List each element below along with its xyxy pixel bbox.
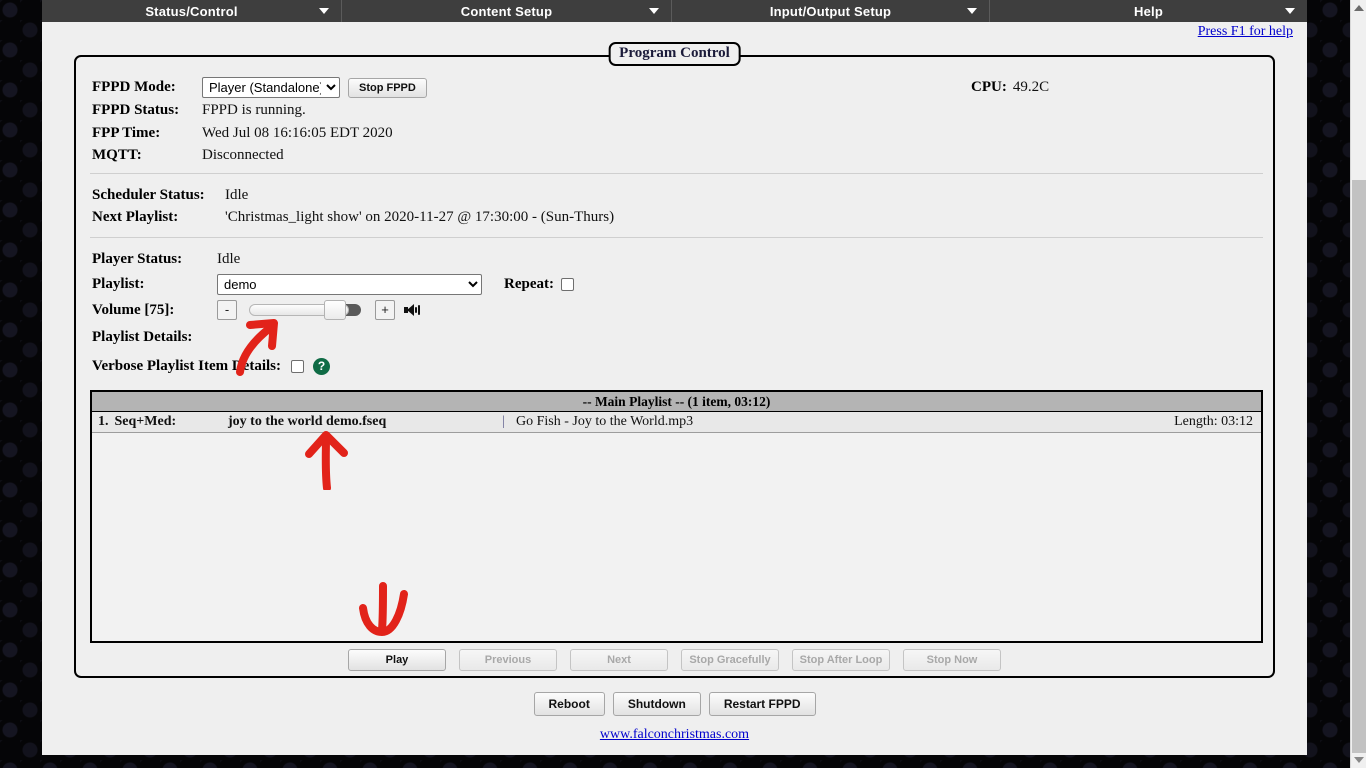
scheduler-status-value: Idle [225,187,249,203]
cpu-temp-row: CPU: 49.2C [971,79,1049,96]
mqtt-label: MQTT: [92,147,142,163]
menu-io-setup-label: Input/Output Setup [769,3,892,19]
next-playlist-row: Next Playlist: 'Christmas_light show' on… [92,209,614,226]
next-playlist-value: 'Christmas_light show' on 2020-11-27 @ 1… [225,209,615,225]
falconchristmas-link-label: www.falconchristmas.com [599,727,750,742]
browser-page: Status/Control Content Setup Input/Outpu… [0,0,1366,768]
scrollbar-thumb[interactable] [1352,180,1366,753]
mqtt-row: MQTT: Disconnected [92,147,284,164]
falconchristmas-link[interactable]: www.falconchristmas.com [42,727,1307,743]
chevron-down-icon [967,8,977,14]
mqtt-value: Disconnected [202,147,284,163]
playlist-item-sequence: joy to the world demo.fseq [228,414,387,429]
stop-after-loop-button[interactable]: Stop After Loop [792,649,890,671]
player-status-value: Idle [217,251,241,267]
content-sheet: Status/Control Content Setup Input/Outpu… [42,0,1307,755]
table-row[interactable]: 1. Seq+Med: joy to the world demo.fseq |… [92,412,1261,433]
volume-up-button[interactable]: + [375,300,395,320]
chevron-down-icon [319,8,329,14]
volume-down-button[interactable]: - [217,300,237,320]
shutdown-button[interactable]: Shutdown [612,692,701,716]
playlist-item-separator: | [502,414,505,429]
scheduler-status-row: Scheduler Status: Idle [92,187,248,204]
play-button[interactable]: Play [348,649,446,671]
stop-fppd-button[interactable]: Stop FPPD [348,77,427,98]
menu-io-setup[interactable]: Input/Output Setup [672,0,990,22]
fpp-time-value: Wed Jul 08 16:16:05 EDT 2020 [202,125,393,141]
restart-fppd-button[interactable]: Restart FPPD [708,692,816,716]
volume-row: Volume [75]: - + [92,300,420,320]
stop-gracefully-button[interactable]: Stop Gracefully [681,649,779,671]
chevron-down-icon [649,8,659,14]
help-icon[interactable]: ? [313,358,330,375]
page-title: Program Control [608,42,741,66]
system-buttons: Reboot Shutdown Restart FPPD [42,692,1307,716]
player-status-row: Player Status: Idle [92,251,240,268]
cpu-label: CPU: [971,79,1007,95]
previous-button[interactable]: Previous [459,649,557,671]
stop-now-button[interactable]: Stop Now [903,649,1001,671]
fppd-mode-label: FPPD Mode: [92,79,176,95]
volume-label: Volume [75]: [92,301,175,318]
volume-slider-thumb[interactable] [324,300,346,320]
divider-1 [90,173,1263,174]
fppd-mode-select[interactable]: Player (Standalone) [202,77,340,98]
playlist-item-index: 1. [98,414,109,429]
transport-controls: Play Previous Next Stop Gracefully Stop … [76,649,1273,671]
menu-content-setup-label: Content Setup [460,3,553,19]
verbose-details-label: Verbose Playlist Item Details: [92,358,281,374]
menu-status-control[interactable]: Status/Control [42,0,342,22]
repeat-checkbox[interactable] [560,278,574,291]
playlist-item-length: Length: 03:12 [1174,414,1253,429]
main-playlist-header: -- Main Playlist -- (1 item, 03:12) [92,392,1261,412]
scheduler-status-label: Scheduler Status: [92,187,205,203]
next-button[interactable]: Next [570,649,668,671]
vertical-scrollbar[interactable] [1350,0,1366,768]
reboot-button[interactable]: Reboot [533,692,605,716]
fppd-status-label: FPPD Status: [92,102,180,118]
menu-help-label: Help [1134,3,1163,19]
chevron-down-icon [1285,8,1295,14]
playlist-select[interactable]: demo [217,274,482,295]
playlist-select-row: Playlist: demo Repeat: [92,274,574,295]
volume-slider[interactable] [249,300,365,320]
menu-help[interactable]: Help [990,0,1307,22]
speaker-icon [404,303,420,317]
fppd-status-value: FPPD is running. [202,102,306,118]
verbose-details-row: Verbose Playlist Item Details: ? [92,358,330,375]
playlist-details-row: Playlist Details: [92,329,192,346]
playlist-label: Playlist: [92,276,145,292]
divider-2 [90,237,1263,238]
repeat-label: Repeat: [504,276,554,292]
next-playlist-label: Next Playlist: [92,209,179,225]
main-playlist-box: -- Main Playlist -- (1 item, 03:12) 1. S… [90,390,1263,643]
scroll-up-arrow-icon[interactable] [1354,5,1364,11]
press-f1-help-link[interactable]: Press F1 for help [1198,24,1293,40]
fppd-status-row: FPPD Status: FPPD is running. [92,102,306,119]
fppd-mode-row: FPPD Mode: Player (Standalone) Stop FPPD [92,77,427,98]
program-control-panel: Program Control FPPD Mode: Player (Stand… [74,42,1275,678]
scroll-down-arrow-icon[interactable] [1354,757,1364,763]
main-menu-bar: Status/Control Content Setup Input/Outpu… [42,0,1307,22]
menu-status-control-label: Status/Control [145,3,238,19]
cpu-value: 49.2C [1012,79,1050,95]
playlist-details-label: Playlist Details: [92,329,193,345]
fpp-time-label: FPP Time: [92,125,161,141]
fpp-time-row: FPP Time: Wed Jul 08 16:16:05 EDT 2020 [92,125,393,142]
player-status-label: Player Status: [92,251,183,267]
menu-content-setup[interactable]: Content Setup [342,0,672,22]
verbose-details-checkbox[interactable] [291,360,304,373]
playlist-item-type: Seq+Med: [114,414,177,429]
playlist-item-media: Go Fish - Joy to the World.mp3 [516,414,694,429]
